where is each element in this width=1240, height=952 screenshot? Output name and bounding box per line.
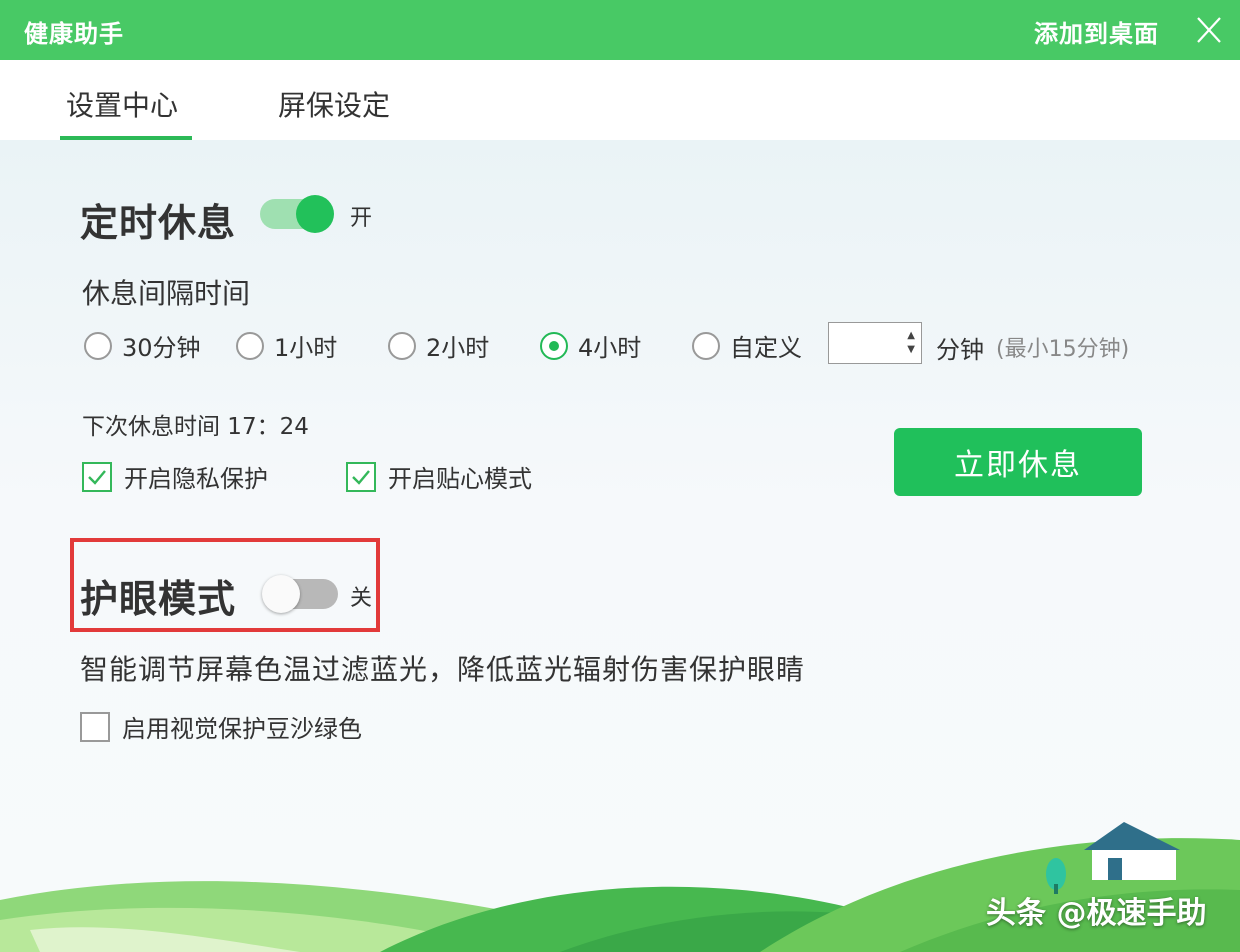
timed-rest-toggle[interactable] <box>260 195 334 233</box>
title-bar: 健康助手 添加到桌面 <box>0 0 1240 60</box>
radio-label: 4小时 <box>578 334 642 362</box>
radio-circle <box>540 331 568 360</box>
min-hint: (最小15分钟) <box>996 337 1130 362</box>
checkbox-label: 启用视觉保护豆沙绿色 <box>122 715 362 743</box>
checkbox-label: 开启隐私保护 <box>124 465 268 493</box>
radio-circle <box>692 331 720 360</box>
custom-minutes-input[interactable] <box>829 323 907 363</box>
minutes-unit: 分钟 <box>936 336 984 364</box>
tab-bar: 设置中心 屏保设定 <box>0 60 1240 140</box>
rest-now-button[interactable]: 立即休息 <box>894 428 1142 496</box>
app-title: 健康助手 <box>24 20 124 48</box>
eye-mode-state: 关 <box>350 586 373 611</box>
toggle-knob <box>296 195 334 233</box>
next-rest-time: 下次休息时间 17：24 <box>82 414 309 440</box>
eye-mode-title: 护眼模式 <box>80 577 237 621</box>
checkbox-label: 开启贴心模式 <box>388 465 532 493</box>
green-protection-checkbox[interactable]: 启用视觉保护豆沙绿色 <box>80 709 362 744</box>
add-to-desktop-button[interactable]: 添加到桌面 <box>1034 14 1159 49</box>
radio-2hour[interactable]: 2小时 <box>388 328 489 363</box>
radio-30min[interactable]: 30分钟 <box>84 328 201 363</box>
close-icon <box>1197 17 1221 43</box>
radio-custom[interactable]: 自定义 <box>692 328 802 363</box>
radio-label: 30分钟 <box>122 334 201 362</box>
radio-label: 自定义 <box>730 334 802 362</box>
radio-4hour[interactable]: 4小时 <box>540 328 641 363</box>
checkbox-box <box>82 461 112 492</box>
stepper-arrows-icon[interactable]: ▲ ▼ <box>907 329 915 357</box>
privacy-checkbox[interactable]: 开启隐私保护 <box>82 459 268 494</box>
eye-mode-toggle[interactable] <box>262 575 338 613</box>
radio-circle <box>236 331 264 360</box>
eye-mode-description: 智能调节屏幕色温过滤蓝光，降低蓝光辐射伤害保护眼睛 <box>80 653 806 686</box>
checkbox-box <box>346 461 376 492</box>
radio-label: 1小时 <box>274 334 338 362</box>
watermark-text: 头条 @极速手助 <box>986 896 1207 931</box>
caring-mode-checkbox[interactable]: 开启贴心模式 <box>346 459 532 494</box>
close-button[interactable] <box>1190 12 1228 48</box>
radio-circle <box>388 331 416 360</box>
tab-screensaver[interactable]: 屏保设定 <box>278 84 390 124</box>
timed-rest-state: 开 <box>350 206 373 231</box>
radio-label: 2小时 <box>426 334 490 362</box>
checkbox-box <box>80 711 110 742</box>
interval-label: 休息间隔时间 <box>82 277 251 310</box>
timed-rest-title: 定时休息 <box>80 201 237 245</box>
house-icon <box>1084 822 1180 880</box>
toggle-knob <box>262 575 300 613</box>
tab-settings-center[interactable]: 设置中心 <box>66 84 178 124</box>
radio-circle <box>84 331 112 360</box>
custom-minutes-stepper[interactable]: ▲ ▼ <box>828 322 922 364</box>
check-icon <box>352 469 370 485</box>
check-icon <box>88 469 106 485</box>
radio-1hour[interactable]: 1小时 <box>236 328 337 363</box>
